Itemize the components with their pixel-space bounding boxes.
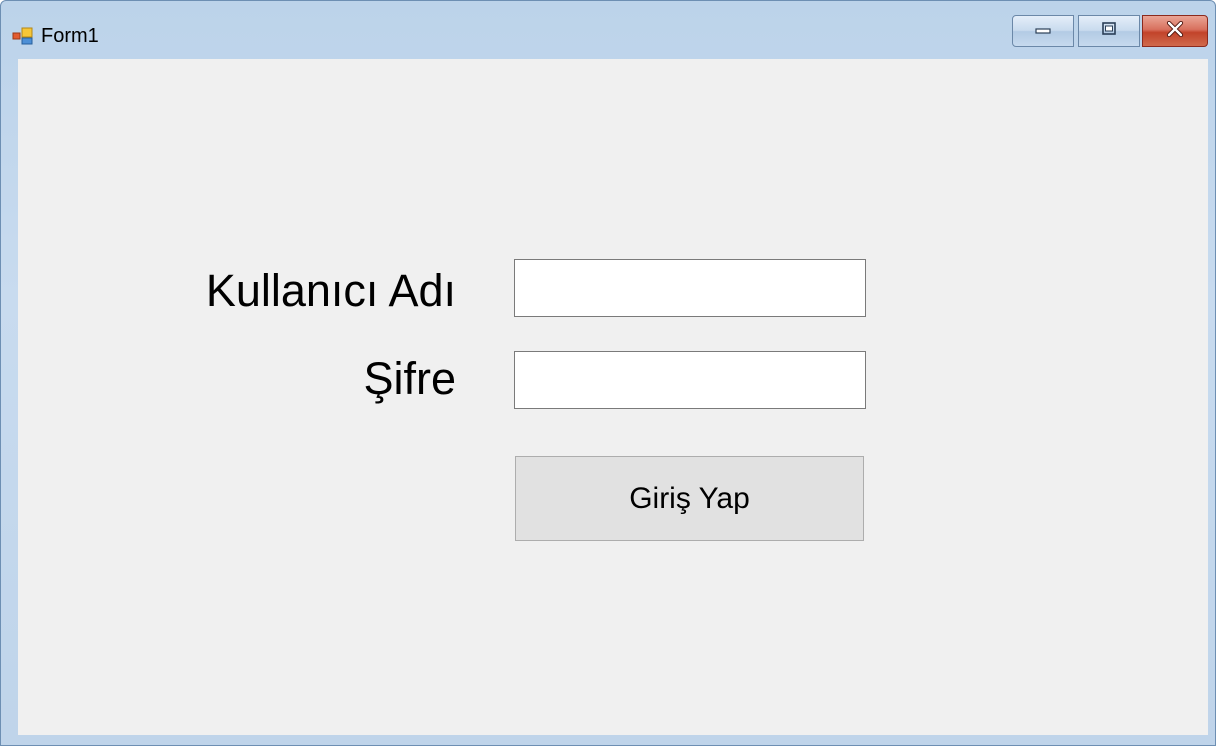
window-title: Form1 [41,25,99,47]
form-client-area: Kullanıcı Adı Şifre Giriş Yap [18,59,1208,735]
password-label: Şifre [363,353,456,404]
close-button[interactable] [1142,15,1208,47]
maximize-button[interactable] [1078,15,1140,47]
window-frame: Form1 Kullanıcı Adı Şifre Giriş Yap [0,0,1216,746]
minimize-button[interactable] [1012,15,1074,47]
username-label: Kullanıcı Adı [205,265,456,316]
minimize-icon [1034,22,1052,40]
title-bar[interactable]: Form1 [1,1,1215,59]
password-field[interactable] [514,351,866,409]
winforms-app-icon[interactable] [12,27,34,45]
maximize-icon [1100,21,1118,42]
close-icon [1165,20,1185,42]
login-button-label: Giriş Yap [629,481,750,515]
username-field[interactable] [514,259,866,317]
login-button[interactable]: Giriş Yap [515,456,864,541]
